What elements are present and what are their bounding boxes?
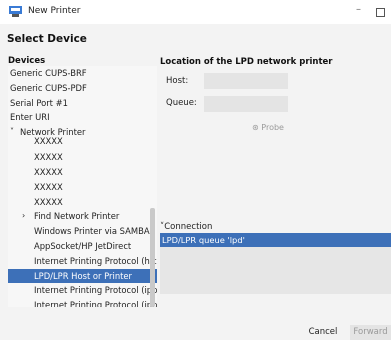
host-label: Host: [166,76,189,86]
minimize-button[interactable]: – [356,4,361,15]
devices-header: Devices [8,56,46,66]
cancel-button[interactable]: Cancel [300,325,346,340]
probe-label: Probe [261,123,284,132]
printer-app-icon [9,6,22,17]
device-item-cups-pdf[interactable]: Generic CUPS-PDF [8,81,157,96]
device-item-samba[interactable]: Windows Printer via SAMBA [8,224,157,239]
probe-button[interactable]: ⊛ Probe [248,120,288,135]
device-item-enter-uri[interactable]: Enter URI [8,110,157,125]
host-input[interactable] [204,73,288,89]
connection-item[interactable]: LPD/LPR queue 'lpd' [160,233,391,247]
device-item-lpd-lpr[interactable]: LPD/LPR Host or Printer [8,268,157,284]
find-network-printer-label: Find Network Printer [34,211,120,222]
device-item-ipps[interactable]: Internet Printing Protocol (ipps) [8,283,157,298]
queue-input[interactable] [204,96,288,112]
device-item-ipp-https[interactable]: Internet Printing Protocol (https) [8,254,157,269]
device-item-appsocket[interactable]: AppSocket/HP JetDirect [8,239,157,254]
device-item-cups-brf[interactable]: Generic CUPS-BRF [8,66,157,81]
network-printer-child[interactable]: XXXXX [8,150,157,165]
find-network-printer-item[interactable]: › Find Network Printer [8,209,157,224]
network-printer-child[interactable]: XXXXX [8,180,157,195]
connection-expander[interactable]: ˅Connection [160,222,212,232]
title-bar: New Printer – [0,0,391,24]
queue-label: Queue: [166,98,197,108]
maximize-button[interactable] [376,8,385,17]
device-list-scrollbar[interactable] [150,208,155,307]
forward-button[interactable]: Forward [350,325,391,340]
window-title: New Printer [28,6,81,16]
connection-label: Connection [164,222,213,232]
connection-list[interactable]: LPD/LPR queue 'lpd' [160,233,391,294]
location-heading: Location of the LPD network printer [160,57,333,67]
probe-icon: ⊛ [252,123,259,132]
network-printer-group[interactable]: ˅ Network Printer XXXXX [8,125,157,150]
network-printer-child: XXXXX [34,136,63,147]
device-item-ipp[interactable]: Internet Printing Protocol (ipp) [8,298,157,307]
device-item-serial-port[interactable]: Serial Port #1 [8,96,157,111]
device-list[interactable]: Generic CUPS-BRF Generic CUPS-PDF Serial… [8,66,157,307]
network-printer-child[interactable]: XXXXX [8,165,157,180]
page-title: Select Device [7,33,87,45]
network-printer-child[interactable]: XXXXX [8,195,157,210]
chevron-right-icon: › [22,211,26,221]
chevron-down-icon: ˅ [10,127,14,137]
